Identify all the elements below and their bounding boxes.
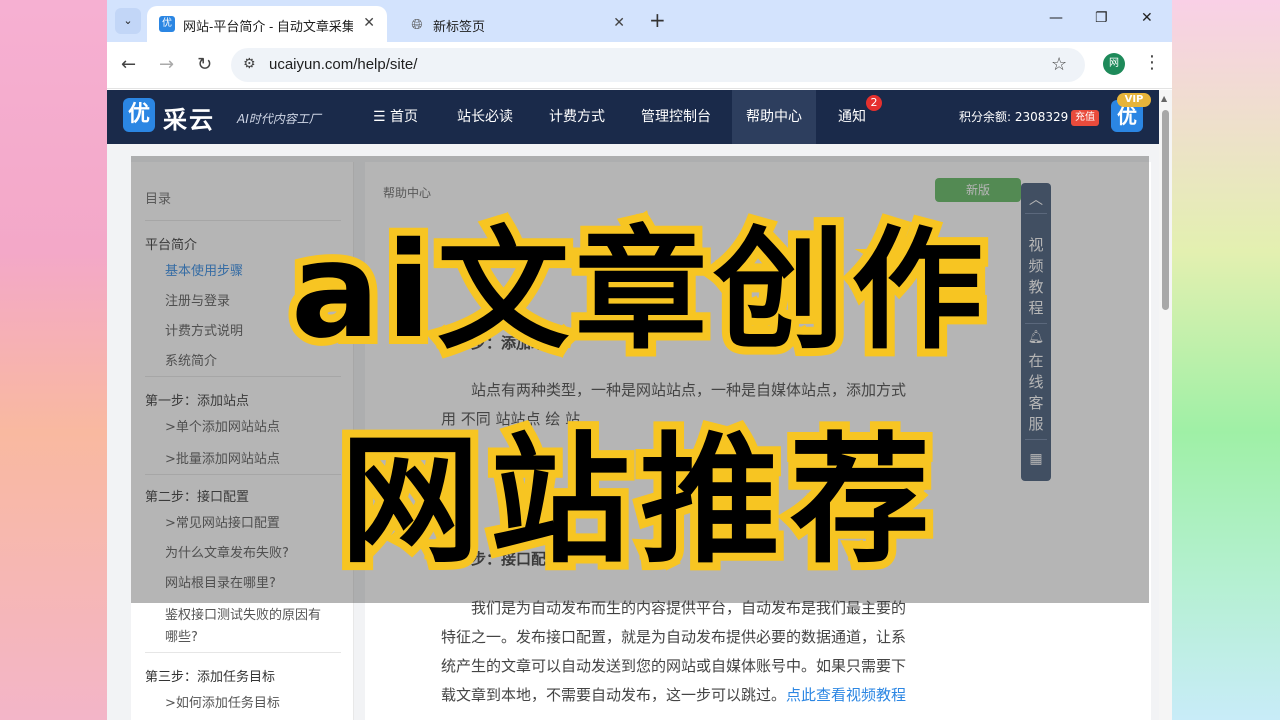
- browser-toolbar: ← → ↻ ⚙ ucaiyun.com/help/site/ ☆ 网 ⋮: [107, 42, 1172, 89]
- sidebar-link[interactable]: >如何添加任务目标: [165, 692, 280, 711]
- paragraph-line: 特征之一。发布接口配置，就是为自动发布提供必要的数据通道，让系: [441, 628, 907, 646]
- reload-icon[interactable]: ↻: [197, 54, 212, 75]
- site-info-icon[interactable]: ⚙: [243, 56, 256, 72]
- close-tab-icon[interactable]: ✕: [613, 14, 625, 31]
- nav-help-center[interactable]: 帮助中心: [732, 90, 816, 144]
- nav-console[interactable]: 管理控制台: [627, 90, 725, 144]
- site-slogan: AI时代内容工厂: [237, 112, 321, 126]
- new-tab-icon[interactable]: +: [649, 8, 666, 32]
- video-tutorial-link[interactable]: 点此查看视频教程: [786, 686, 906, 704]
- url-text: ucaiyun.com/help/site/: [269, 56, 418, 73]
- divider: [145, 652, 341, 653]
- sidebar-heading: 第三步：添加任务目标: [145, 670, 276, 685]
- close-window-icon[interactable]: ✕: [1141, 10, 1153, 26]
- nav-must-read[interactable]: 站长必读: [443, 90, 527, 144]
- overlay-title-line2: 网站推荐: [332, 412, 940, 591]
- overlay-title-line1: ai文章创作: [283, 206, 991, 376]
- sidebar-link[interactable]: 鉴权接口测试失败的原因有: [165, 604, 321, 623]
- tab-active[interactable]: 优 网站-平台简介 - 自动文章采集器 ✕: [147, 6, 387, 42]
- profile-avatar[interactable]: 网: [1103, 53, 1125, 75]
- back-icon[interactable]: ←: [121, 54, 136, 75]
- vip-badge: VIP: [1117, 93, 1151, 107]
- step2-paragraph: 我们是为自动发布而生的内容提供平台，自动发布是我们最主要的 特征之一。发布接口配…: [441, 594, 961, 710]
- tab-title: 新标签页: [433, 19, 486, 34]
- nav-home[interactable]: ☰ 首页: [359, 90, 432, 144]
- sidebar-link[interactable]: 哪些?: [165, 626, 198, 645]
- tab-search-dropdown-icon[interactable]: ⌄: [115, 8, 141, 34]
- scroll-up-icon[interactable]: ▲: [1161, 94, 1167, 103]
- more-menu-icon[interactable]: ⋮: [1143, 52, 1161, 73]
- tab-title: 网站-平台简介 - 自动文章采集器: [183, 19, 353, 34]
- nav-pricing[interactable]: 计费方式: [535, 90, 619, 144]
- paragraph-line: 统产生的文章可以自动发送到您的网站或自媒体账号中。如果只需要下: [441, 657, 907, 675]
- minimize-icon[interactable]: —: [1049, 10, 1063, 26]
- close-tab-icon[interactable]: ✕: [363, 14, 375, 31]
- site-favicon-icon: 优: [159, 16, 175, 32]
- tab-new[interactable]: 🌐︎ 新标签页 ✕: [397, 6, 637, 42]
- site-navbar: 优 采云 AI时代内容工厂 ☰ 首页 站长必读 计费方式 管理控制台 帮助中心 …: [107, 90, 1159, 144]
- paragraph-line: 载文章到本地，不需要自动发布，这一步可以跳过。: [441, 686, 787, 704]
- points-balance: 积分余额: 2308329: [959, 110, 1069, 124]
- restore-icon[interactable]: ❐: [1095, 10, 1108, 26]
- tab-strip: ⌄ 优 网站-平台简介 - 自动文章采集器 ✕ 🌐︎ 新标签页 ✕ + — ❐ …: [107, 0, 1172, 42]
- bookmark-star-icon[interactable]: ☆: [1051, 54, 1067, 75]
- globe-icon: 🌐︎: [411, 16, 423, 32]
- forward-icon[interactable]: →: [159, 54, 174, 75]
- address-bar[interactable]: ⚙ ucaiyun.com/help/site/: [231, 48, 1085, 82]
- recharge-button[interactable]: 充值: [1071, 110, 1099, 126]
- notification-badge: 2: [866, 95, 882, 111]
- site-logo-icon[interactable]: 优: [123, 98, 155, 132]
- site-logo-text[interactable]: 采云: [163, 100, 215, 135]
